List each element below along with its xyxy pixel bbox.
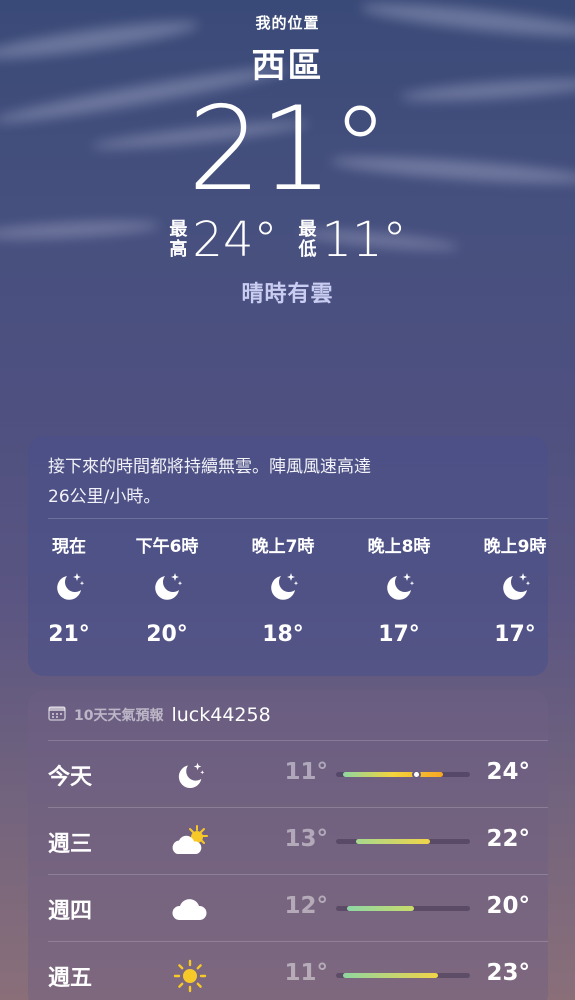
hour-temp: 18° [262, 622, 304, 647]
day-low-temp: 11° [284, 759, 328, 785]
hour-label: 現在 [52, 537, 86, 557]
temp-range-bar [336, 973, 470, 978]
watermark-user: luck44258 [171, 704, 271, 726]
hour-temp: 17° [494, 622, 536, 647]
day-row-friday[interactable]: 週五 11° 23° [28, 942, 548, 1000]
cloud-sun-icon [168, 822, 212, 862]
day-high-temp: 23° [486, 960, 530, 986]
current-temperature: 21° [187, 82, 390, 217]
moon-stars-icon [168, 755, 212, 795]
day-high-temp: 24° [486, 759, 530, 785]
temp-range-fill [346, 906, 414, 911]
day-high-temp: 20° [486, 893, 530, 919]
current-temp-dot [412, 770, 422, 779]
hour-column: 晚上8時 17° [344, 532, 454, 647]
moon-stars-icon [228, 566, 338, 606]
day-row-thursday[interactable]: 週四 12° 20° [28, 875, 548, 942]
hour-column: 下午6時 20° [112, 532, 222, 647]
temp-range-fill [356, 839, 430, 844]
day-high-temp: 22° [486, 826, 530, 852]
temp-range-bar [336, 839, 470, 844]
moon-stars-icon [112, 566, 222, 606]
hour-temp: 17° [378, 622, 420, 647]
day-row-wednesday[interactable]: 週三 13° 22° [28, 808, 548, 875]
ten-day-title: 10天天氣預報 [74, 708, 164, 724]
forecast-summary-line-2: 26公里/小時。 [48, 487, 161, 507]
hourly-forecast-card[interactable]: 接下來的時間都將持續無雲。陣風風速高達 26公里/小時。 現在 21° 下午6時… [28, 436, 548, 676]
hour-column: 晚上9時 17° [460, 532, 548, 647]
forecast-summary-line-1: 接下來的時間都將持續無雲。陣風風速高達 [48, 457, 371, 477]
hour-temp: 21° [48, 622, 90, 647]
low-temp-group: 最低 11° [298, 212, 407, 268]
day-name: 週五 [48, 966, 93, 991]
forecast-summary: 接下來的時間都將持續無雲。陣風風速高達 26公里/小時。 [48, 452, 448, 512]
day-row-today[interactable]: 今天 11° 24° [28, 741, 548, 808]
hour-label: 晚上9時 [483, 537, 547, 557]
hour-label: 晚上7時 [251, 537, 315, 557]
moon-stars-icon [344, 566, 454, 606]
hour-column: 現在 21° [28, 532, 124, 647]
hour-temp: 20° [146, 622, 188, 647]
hour-label: 下午6時 [135, 537, 199, 557]
divider [48, 518, 548, 519]
cloud-icon [168, 889, 212, 929]
temp-range-bar [336, 906, 470, 911]
hour-column: 晚上7時 18° [228, 532, 338, 647]
high-temp-group: 最高 24° [168, 212, 277, 268]
temp-range-fill [342, 973, 438, 978]
calendar-icon [48, 705, 66, 725]
location-label: 我的位置 [255, 14, 320, 32]
high-temp-value: 24° [192, 212, 278, 268]
moon-stars-icon [460, 566, 548, 606]
weather-condition: 晴時有雲 [241, 282, 334, 307]
temp-range-fill [342, 772, 444, 777]
temp-range-bar [336, 770, 470, 779]
city-name: 西區 [251, 46, 324, 86]
ten-day-header: 10天天氣預報 luck44258 [48, 704, 271, 726]
sun-icon [168, 956, 212, 996]
high-temp-label: 最高 [169, 219, 188, 260]
moon-stars-icon [28, 566, 124, 606]
day-low-temp: 11° [284, 960, 328, 986]
low-temp-label: 最低 [298, 219, 317, 260]
ten-day-forecast-card[interactable]: 10天天氣預報 luck44258 今天 11° 24° 週三 13° 22° … [28, 690, 548, 1000]
low-temp-value: 11° [321, 212, 407, 268]
day-name: 週四 [48, 899, 93, 924]
day-low-temp: 12° [284, 893, 328, 919]
day-name: 週三 [48, 832, 93, 857]
high-low-temps: 最高 24° 最低 11° [0, 212, 575, 268]
day-low-temp: 13° [284, 826, 328, 852]
day-name: 今天 [48, 765, 93, 790]
hour-label: 晚上8時 [367, 537, 431, 557]
